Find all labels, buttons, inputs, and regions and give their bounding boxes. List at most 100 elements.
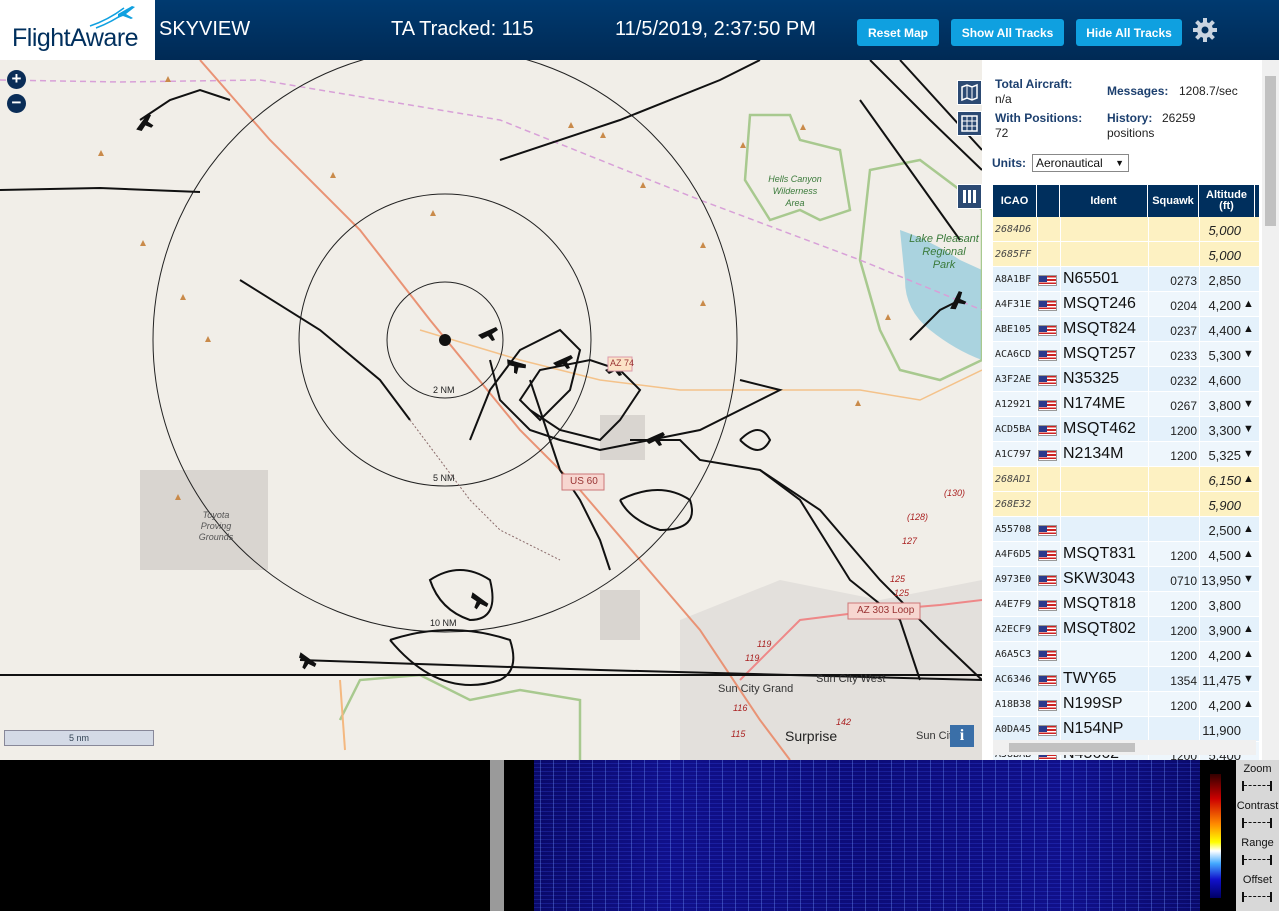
table-row[interactable]: A973E0 SKW3043 0710 13,950 ▼: [993, 567, 1259, 592]
table-row[interactable]: 268E32 5,900: [993, 492, 1259, 517]
cell-divider: [1037, 642, 1038, 667]
col-ident[interactable]: Ident: [1060, 185, 1148, 217]
altitude-trend-icon: ▲: [1243, 698, 1254, 710]
scrollbar-thumb[interactable]: [1265, 76, 1276, 226]
route-number: 142: [836, 717, 852, 727]
cell-divider: [1199, 642, 1200, 667]
cell-divider: [1199, 417, 1200, 442]
cell-divider: [1199, 342, 1200, 367]
spectrum-waterfall: [534, 760, 1200, 911]
table-row[interactable]: A18B38 N199SP 1200 4,200 ▲: [993, 692, 1259, 717]
ident-cell: SKW3043: [1063, 570, 1136, 587]
range-slider[interactable]: [1242, 855, 1272, 865]
ident-cell: MSQT824: [1063, 320, 1136, 337]
table-row[interactable]: A55708 2,500 ▲: [993, 517, 1259, 542]
ring-label-2nm: 2 NM: [433, 385, 455, 395]
ident-cell: N65501: [1063, 270, 1120, 287]
us-flag-icon: [1038, 675, 1057, 686]
table-row[interactable]: A4F6D5 MSQT831 1200 4,500 ▲: [993, 542, 1259, 567]
squawk-cell: 0232: [1170, 374, 1197, 388]
squawk-cell: 1200: [1170, 699, 1197, 713]
zoom-in-button[interactable]: +: [7, 70, 26, 89]
altitude-trend-icon: ▲: [1243, 648, 1254, 660]
col-altitude[interactable]: Altitude (ft): [1199, 185, 1255, 217]
cell-divider: [1148, 567, 1149, 592]
table-row[interactable]: A1C797 N2134M 1200 5,325 ▼: [993, 442, 1259, 467]
panel-divider[interactable]: [490, 760, 504, 911]
ident-cell: MSQT257: [1063, 345, 1136, 362]
squawk-cell: 0267: [1170, 399, 1197, 413]
history-unit: positions: [1107, 126, 1155, 140]
altitude-cell: 4,400: [1208, 323, 1241, 338]
show-all-tracks-button[interactable]: Show All Tracks: [951, 19, 1064, 46]
cell-divider: [1148, 692, 1149, 717]
map-layers-button[interactable]: [957, 80, 982, 105]
offset-slider[interactable]: [1242, 892, 1272, 902]
scrollbar-thumb[interactable]: [1009, 743, 1135, 752]
map-info-button[interactable]: i: [950, 725, 974, 747]
grid-toggle-button[interactable]: [957, 111, 982, 136]
table-row[interactable]: A0DA45 N154NP 11,900: [993, 717, 1259, 742]
table-row[interactable]: A3F2AE N35325 0232 4,600: [993, 367, 1259, 392]
cell-divider: [1037, 317, 1038, 342]
sun-city-west-label: Sun City West: [816, 673, 886, 685]
cell-divider: [1060, 367, 1061, 392]
col-flag[interactable]: [1037, 185, 1060, 217]
gear-icon[interactable]: [1192, 17, 1218, 43]
table-row[interactable]: A4E7F9 MSQT818 1200 3,800: [993, 592, 1259, 617]
icao-cell: A1C797: [995, 449, 1032, 460]
table-row[interactable]: 2684D6 5,000: [993, 217, 1259, 242]
altitude-cell: 2,500: [1208, 523, 1241, 538]
table-row[interactable]: A12921 N174ME 0267 3,800 ▼: [993, 392, 1259, 417]
tracked-count: TA Tracked: 115: [391, 18, 534, 40]
app-name: SKYVIEW: [159, 18, 251, 40]
contrast-slider[interactable]: [1242, 818, 1272, 828]
az74-shield: AZ 74: [610, 358, 635, 368]
units-select[interactable]: Aeronautical ▼: [1032, 154, 1129, 172]
table-row[interactable]: 2685FF 5,000: [993, 242, 1259, 267]
squawk-cell: 1200: [1170, 624, 1197, 638]
table-horizontal-scrollbar[interactable]: [993, 740, 1256, 755]
altitude-cell: 13,950: [1201, 573, 1241, 588]
spectrum-controls: Zoom Contrast Range Offset: [1236, 760, 1279, 911]
map-view[interactable]: 2 NM 5 NM 10 NM Hells Canyon Wilderness …: [0, 60, 982, 760]
zoom-out-button[interactable]: −: [7, 94, 26, 113]
cell-divider: [1148, 717, 1149, 742]
columns-button[interactable]: [957, 184, 982, 209]
sidebar-vertical-scrollbar[interactable]: [1262, 60, 1279, 760]
cell-divider: [1060, 267, 1061, 292]
table-row[interactable]: 268AD1 6,150 ▲: [993, 467, 1259, 492]
route-number: 119: [745, 653, 760, 663]
cell-divider: [1148, 442, 1149, 467]
reset-map-button[interactable]: Reset Map: [857, 19, 939, 46]
flightaware-logo[interactable]: FlightAware: [0, 0, 155, 60]
table-row[interactable]: A8A1BF N65501 0273 2,850: [993, 267, 1259, 292]
col-squawk[interactable]: Squawk: [1148, 185, 1199, 217]
table-row[interactable]: A6A5C3 1200 4,200 ▲: [993, 642, 1259, 667]
cell-divider: [1199, 267, 1200, 292]
table-row[interactable]: A2ECF9 MSQT802 1200 3,900 ▲: [993, 617, 1259, 642]
us-flag-icon: [1038, 375, 1057, 386]
cell-divider: [1148, 217, 1149, 242]
cell-divider: [1199, 592, 1200, 617]
contrast-control-label: Contrast: [1236, 800, 1279, 812]
table-row[interactable]: AC6346 TWY65 1354 11,475 ▼: [993, 667, 1259, 692]
table-row[interactable]: ACA6CD MSQT257 0233 5,300 ▼: [993, 342, 1259, 367]
icao-cell: ACA6CD: [995, 349, 1032, 360]
altitude-cell: 4,200: [1208, 648, 1241, 663]
zoom-slider[interactable]: [1242, 781, 1272, 791]
table-row[interactable]: ACD5BA MSQT462 1200 3,300 ▼: [993, 417, 1259, 442]
us-flag-icon: [1038, 275, 1057, 286]
cell-divider: [1199, 542, 1200, 567]
table-row[interactable]: A4F31E MSQT246 0204 4,200 ▲: [993, 292, 1259, 317]
hide-all-tracks-button[interactable]: Hide All Tracks: [1076, 19, 1182, 46]
altitude-cell: 3,800: [1208, 598, 1241, 613]
cell-divider: [1037, 292, 1038, 317]
zoom-control-label: Zoom: [1243, 763, 1272, 775]
icao-cell: A4F6D5: [995, 549, 1032, 560]
icao-cell: 2684D6: [995, 224, 1032, 235]
top-bar: FlightAware SKYVIEW TA Tracked: 115 11/5…: [0, 0, 1279, 60]
icao-cell: A0DA45: [995, 724, 1032, 735]
table-row[interactable]: ABE105 MSQT824 0237 4,400 ▲: [993, 317, 1259, 342]
col-icao[interactable]: ICAO: [993, 185, 1037, 217]
